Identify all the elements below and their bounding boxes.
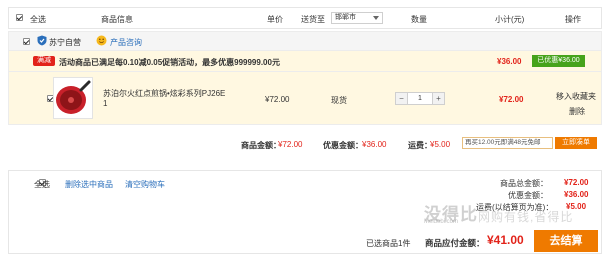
district-value: 邯郸市 (335, 14, 356, 21)
total-goods-value: ¥72.00 (564, 178, 589, 187)
action-header: 操作 (565, 15, 581, 24)
discount-amount-label: 优惠金额： (323, 141, 363, 150)
quantity-header: 数量 (411, 15, 427, 24)
watermark-slogan: 网购有钱,省得比 (478, 210, 574, 224)
select-all-checkbox[interactable] (16, 14, 23, 21)
delete-selected-link[interactable]: 删除选中商品 (65, 179, 113, 190)
delivery-to-header: 送货至 (301, 15, 325, 24)
buy-more-button[interactable]: 立即凑单 (555, 137, 597, 149)
clear-cart-link[interactable]: 清空购物车 (125, 179, 165, 190)
footer-discount-value: ¥36.00 (564, 190, 589, 199)
increase-qty-button[interactable]: + (432, 93, 444, 104)
district-select[interactable]: 邯郸市 (331, 12, 383, 24)
footer-select-all-label: 全选 (34, 180, 50, 189)
suning-shield-icon (37, 35, 47, 48)
payable-label: 商品应付金额： (425, 238, 485, 248)
product-thumbnail[interactable] (53, 77, 93, 119)
free-shipping-hint: 再买12.00元即满48元免邮 (462, 137, 553, 149)
product-name-line2[interactable]: 1 (103, 99, 107, 108)
discount-applied-badge: 已优惠¥36.00 (532, 55, 585, 67)
goods-amount-value: ¥72.00 (278, 140, 303, 149)
product-subtotal: ¥72.00 (499, 95, 524, 104)
shipping-label: 运费： (408, 141, 432, 150)
shipping-value: ¥5.00 (430, 140, 451, 149)
delete-item-link[interactable]: 删除 (569, 106, 585, 117)
product-name-link[interactable]: 苏泊尔火红点煎锅•炫彩系列PJ26E (103, 88, 225, 99)
product-consult-link[interactable]: 产品咨询 (110, 37, 142, 48)
store-checkbox[interactable] (23, 38, 30, 45)
payable-value: ¥41.00 (487, 233, 524, 247)
selected-count: 已选商品1件 (366, 239, 411, 248)
move-to-favorites-link[interactable]: 移入收藏夹 (556, 91, 596, 102)
goods-amount-label: 商品金额： (241, 141, 281, 150)
frying-pan-image (56, 80, 91, 114)
product-info-header: 商品信息 (101, 15, 133, 24)
product-unit-price: ¥72.00 (265, 95, 290, 104)
promo-amount: ¥36.00 (497, 57, 522, 66)
quantity-stepper: − 1 + (395, 92, 445, 105)
select-all-label: 全选 (30, 15, 46, 24)
watermark-url: Meidebi.com (424, 219, 459, 225)
chevron-down-icon (373, 16, 379, 20)
footer-discount-label: 优惠金额： (508, 191, 548, 200)
quantity-input[interactable]: 1 (409, 93, 431, 104)
promo-text: 活动商品已满足每0.10减0.05促销活动，最多优惠999999.00元 (59, 58, 280, 67)
stock-status: 现货 (331, 96, 347, 105)
promo-tag-badge: 满减 (33, 56, 55, 66)
cart-header: 全选 商品信息 单价 送货至 数量 小计(元) 操作 (8, 7, 602, 29)
smile-consult-icon (96, 35, 107, 48)
store-name[interactable]: 苏宁自营 (49, 37, 81, 48)
unit-price-header: 单价 (267, 15, 283, 24)
decrease-qty-button[interactable]: − (396, 93, 408, 104)
total-goods-label: 商品总金额： (500, 179, 548, 188)
subtotal-header: 小计(元) (495, 15, 525, 24)
discount-amount-value: ¥36.00 (362, 140, 387, 149)
checkout-button[interactable]: 去结算 (534, 230, 598, 252)
